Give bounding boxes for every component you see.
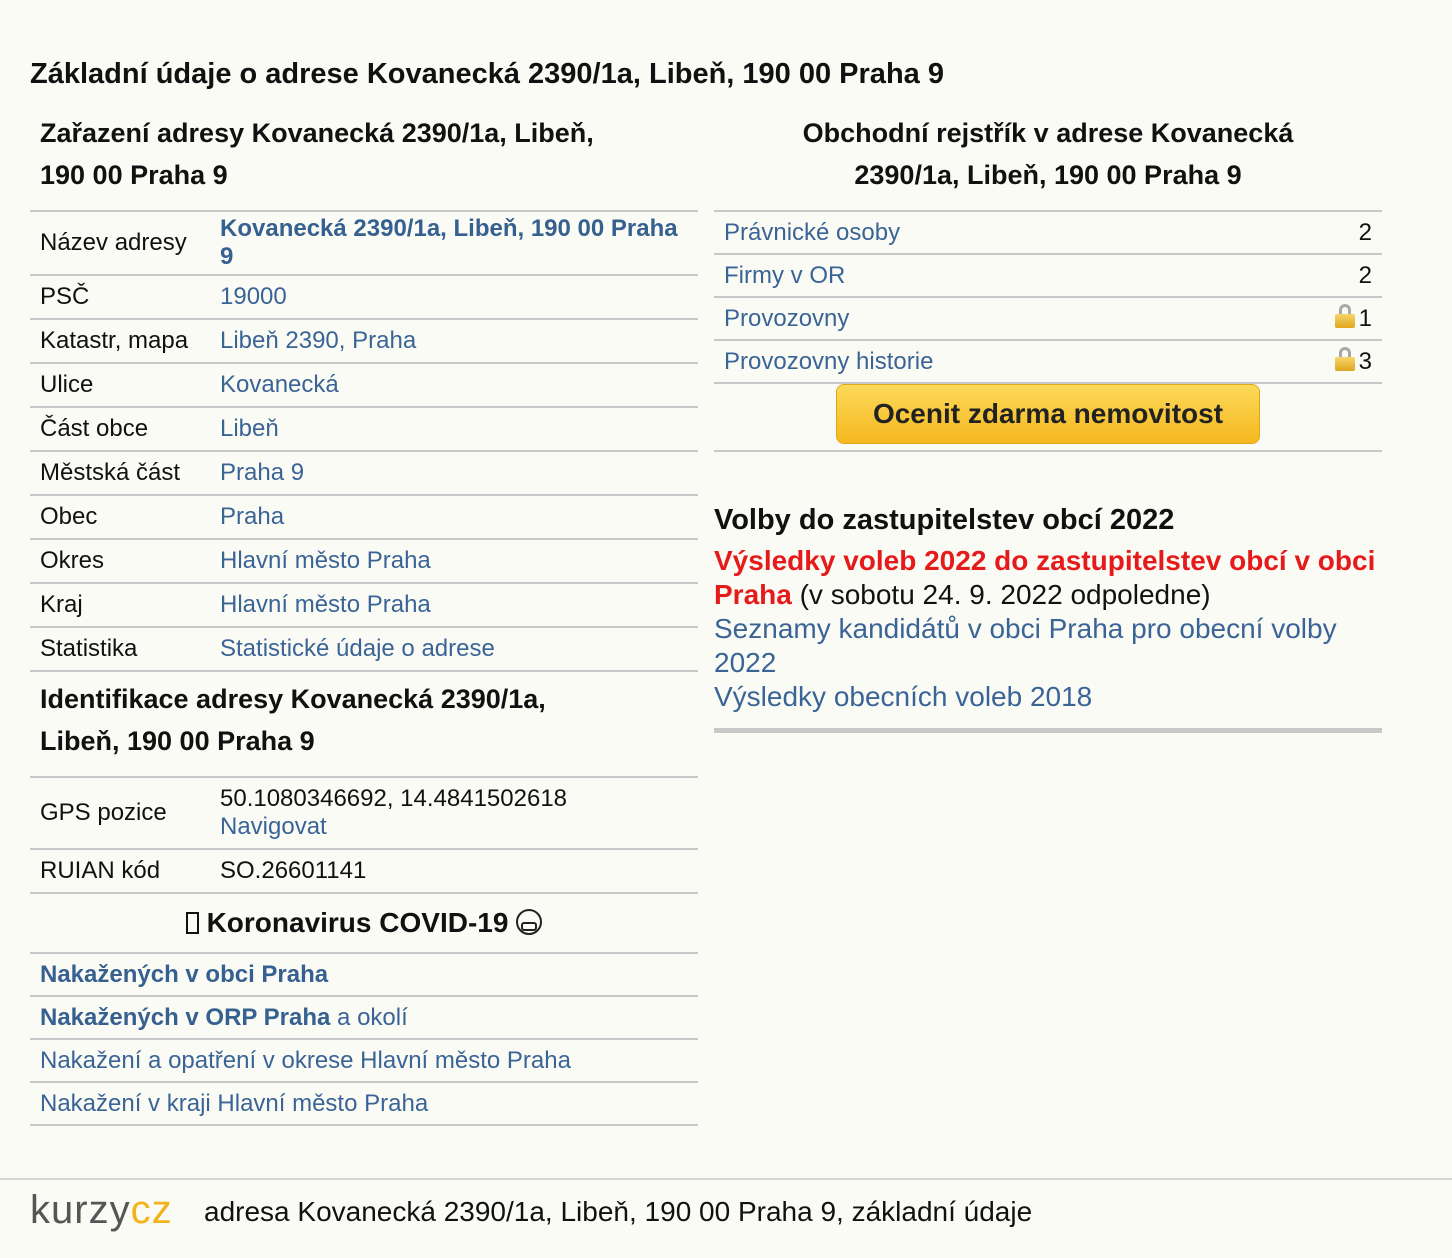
okres-link[interactable]: Hlavní město Praha [220, 547, 431, 574]
table-row: Provozovny historie 3 [714, 339, 1382, 384]
gps-label: GPS pozice [30, 776, 210, 849]
divider [714, 728, 1382, 733]
pravnicke-osoby-link[interactable]: Právnické osoby [724, 219, 900, 246]
lock-icon [1334, 347, 1355, 371]
navigate-link[interactable]: Navigovat [220, 813, 327, 840]
katastr-link[interactable]: Libeň 2390, Praha [220, 327, 416, 354]
provozovny-historie-link[interactable]: Provozovny historie [724, 348, 933, 375]
row-label: Katastr, mapa [30, 318, 210, 363]
rejstrik-heading: Obchodní rejstřík v adrese Kovanecká 2390… [802, 118, 1294, 190]
count: 3 [1358, 348, 1372, 375]
row-label: Ulice [30, 362, 210, 407]
row-label: Okres [30, 538, 210, 583]
table-row: Nakažení v kraji Hlavní město Praha [30, 1081, 698, 1126]
kraj-link[interactable]: Hlavní město Praha [220, 591, 431, 618]
count: 2 [1302, 253, 1382, 297]
ruian-value: SO.26601141 [210, 848, 698, 894]
gps-value: 50.1080346692, 14.4841502618 [220, 785, 568, 812]
volby-heading: Volby do zastupitelstev obcí 2022 [714, 504, 1175, 536]
row-label: PSČ [30, 274, 210, 319]
covid-okoli-link[interactable]: a okolí [337, 1004, 408, 1031]
table-row: Okres Hlavní město Praha [30, 538, 698, 583]
table-row: Katastr, mapa Libeň 2390, Praha [30, 318, 698, 363]
table-row: Nakažených v obci Praha [30, 954, 698, 996]
page-title: Základní údaje o adrese Kovanecká 2390/1… [30, 58, 944, 90]
table-row: Kraj Hlavní město Praha [30, 582, 698, 627]
count: 2 [1302, 210, 1382, 254]
zarazeni-table: Název adresy Kovanecká 2390/1a, Libeň, 1… [30, 210, 698, 672]
kurzy-logo[interactable]: kurzycz [30, 1188, 173, 1233]
volby-2018-link[interactable]: Výsledky obecních voleb 2018 [714, 681, 1092, 712]
table-row: Provozovny 1 [714, 296, 1382, 340]
cast-obce-link[interactable]: Libeň [220, 415, 279, 442]
covid-okres-link[interactable]: Nakažení a opatření v okrese Hlavní měst… [40, 1047, 571, 1074]
covid-obec-link[interactable]: Nakažených v obci Praha [40, 961, 328, 988]
table-row: Firmy v OR 2 [714, 253, 1382, 297]
covid-title: Koronavirus COVID-19 [30, 894, 698, 954]
table-row: Statistika Statistické údaje o adrese [30, 626, 698, 672]
face-mask-icon [516, 909, 543, 935]
mestska-cast-link[interactable]: Praha 9 [220, 459, 304, 486]
table-row: RUIAN kód SO.26601141 [30, 848, 698, 894]
right-column: Obchodní rejstřík v adrese Kovanecká 2390… [714, 112, 1382, 733]
lock-icon [1334, 304, 1355, 328]
row-label: Název adresy [30, 210, 210, 275]
psc-link[interactable]: 19000 [220, 283, 287, 310]
footer: kurzycz adresa Kovanecká 2390/1a, Libeň,… [0, 1178, 1452, 1258]
table-row: Nakažení a opatření v okrese Hlavní měst… [30, 1038, 698, 1082]
table-row: Nakažených v ORP Praha a okolí [30, 995, 698, 1039]
statistika-link[interactable]: Statistické údaje o adrese [220, 635, 495, 662]
table-row: Obec Praha [30, 494, 698, 539]
button-wrap: Ocenit zdarma nemovitost [714, 384, 1382, 452]
table-row: GPS pozice 50.1080346692, 14.4841502618 … [30, 776, 698, 849]
ocenit-button[interactable]: Ocenit zdarma nemovitost [836, 384, 1260, 444]
table-row: Ulice Kovanecká [30, 362, 698, 407]
firmy-or-link[interactable]: Firmy v OR [724, 262, 845, 289]
ulice-link[interactable]: Kovanecká [220, 371, 339, 398]
table-row: Právnické osoby 2 [714, 210, 1382, 254]
rejstrik-table: Právnické osoby 2 Firmy v OR 2 Provozovn… [714, 210, 1382, 384]
provozovny-link[interactable]: Provozovny [724, 305, 849, 332]
identifikace-heading: Identifikace adresy Kovanecká 2390/1a, Li… [40, 684, 546, 756]
ruian-label: RUIAN kód [30, 848, 210, 894]
zarazeni-heading: Zařazení adresy Kovanecká 2390/1a, Libeň… [40, 118, 594, 190]
footer-text: adresa Kovanecká 2390/1a, Libeň, 190 00 … [204, 1196, 1033, 1227]
covid-table: Nakažených v obci Praha Nakažených v ORP… [30, 954, 698, 1126]
table-row: Název adresy Kovanecká 2390/1a, Libeň, 1… [30, 210, 698, 275]
obec-link[interactable]: Praha [220, 503, 284, 530]
virus-icon [185, 912, 199, 934]
identifikace-table: GPS pozice 50.1080346692, 14.4841502618 … [30, 776, 698, 894]
volby-content: Výsledky voleb 2022 do zastupitelstev ob… [714, 544, 1382, 714]
table-row: Část obce Libeň [30, 406, 698, 451]
row-label: Kraj [30, 582, 210, 627]
row-label: Statistika [30, 626, 210, 672]
covid-kraj-link[interactable]: Nakažení v kraji Hlavní město Praha [40, 1090, 428, 1117]
table-row: Městská část Praha 9 [30, 450, 698, 495]
count: 1 [1358, 305, 1372, 332]
left-column: Zařazení adresy Kovanecká 2390/1a, Libeň… [30, 112, 698, 1126]
address-name-link[interactable]: Kovanecká 2390/1a, Libeň, 190 00 Praha 9 [220, 215, 678, 270]
covid-orp-link[interactable]: Nakažených v ORP Praha [40, 1004, 330, 1031]
table-row: PSČ 19000 [30, 274, 698, 319]
row-label: Část obce [30, 406, 210, 451]
kandidati-link[interactable]: Seznamy kandidátů v obci Praha pro obecn… [714, 613, 1337, 678]
row-label: Městská část [30, 450, 210, 495]
row-label: Obec [30, 494, 210, 539]
volby-results-note: (v sobotu 24. 9. 2022 odpoledne) [799, 579, 1211, 610]
